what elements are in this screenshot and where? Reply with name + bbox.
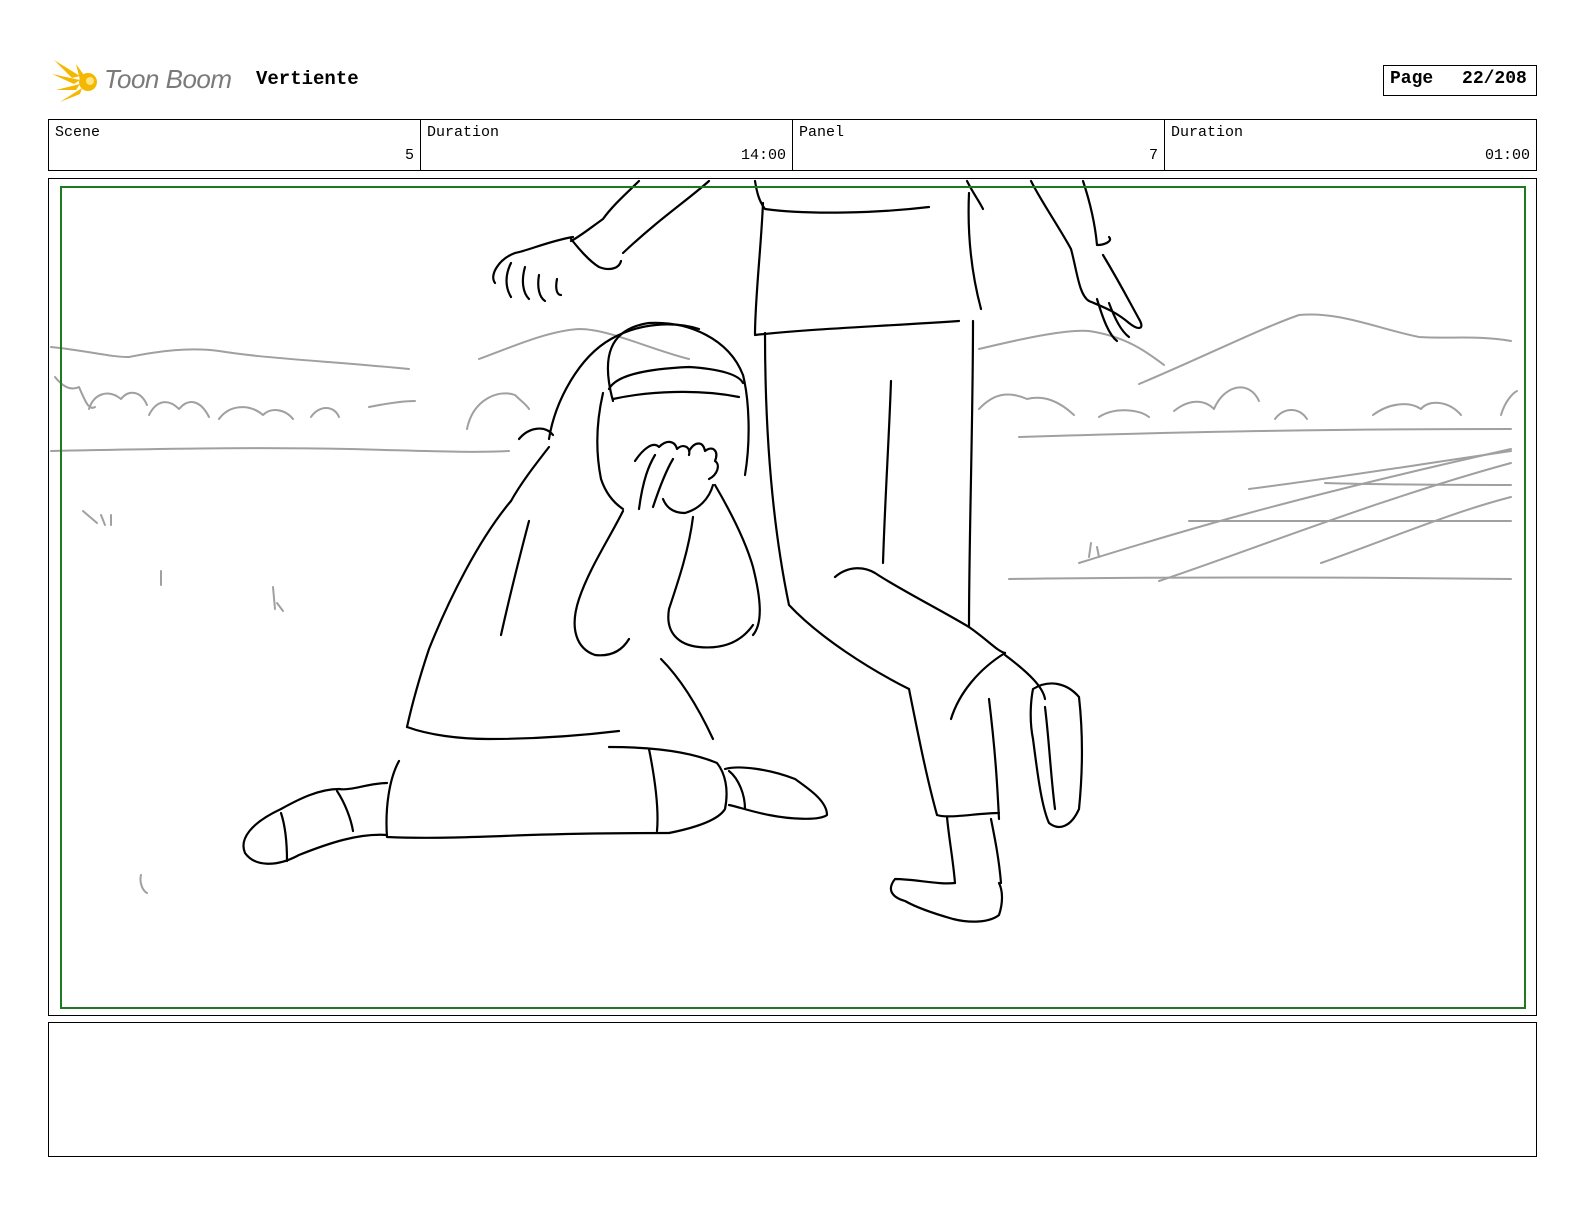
logo-text: Toon Boom	[104, 64, 232, 94]
scene-label: Scene	[55, 124, 101, 141]
storyboard-panel	[48, 178, 1537, 1016]
scene-duration-cell: Duration 14:00	[421, 120, 793, 170]
toon-boom-flame-icon	[52, 60, 97, 102]
panel-info-strip: Scene 5 Duration 14:00 Panel 7 Duration …	[48, 119, 1537, 171]
panel-duration-value: 01:00	[1484, 147, 1530, 164]
scene-value: 5	[404, 147, 414, 164]
scene-duration-label: Duration	[427, 124, 500, 141]
page-label: Page	[1390, 69, 1434, 89]
project-title: Vertiente	[256, 68, 359, 90]
scene-cell: Scene 5	[49, 120, 421, 170]
panel-duration-label: Duration	[1171, 124, 1244, 141]
toon-boom-logo: Toon Boom	[50, 54, 240, 108]
page-number: 22/208	[1462, 69, 1527, 89]
scene-duration-value: 14:00	[740, 147, 786, 164]
panel-value: 7	[1148, 147, 1158, 164]
page-indicator: Page 22/208	[1383, 65, 1537, 96]
panel-cell: Panel 7	[793, 120, 1165, 170]
panel-notes-box	[48, 1022, 1537, 1157]
panel-label: Panel	[799, 124, 845, 141]
panel-duration-cell: Duration 01:00	[1165, 120, 1536, 170]
safe-area-frame	[60, 186, 1526, 1009]
